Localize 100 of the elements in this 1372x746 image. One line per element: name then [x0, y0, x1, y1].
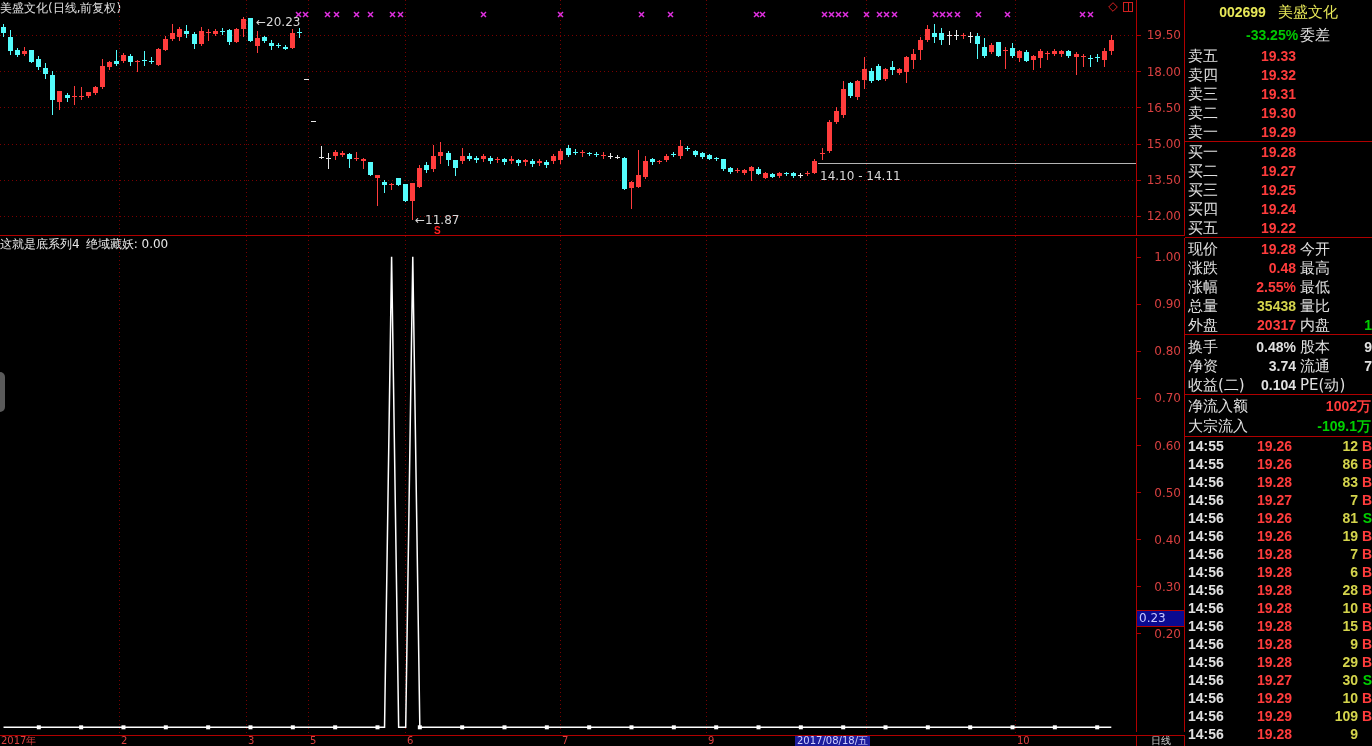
ask-price: 19.32	[1259, 65, 1296, 84]
flow-value: 1002万	[1325, 397, 1371, 415]
trade-price: 19.28	[1255, 545, 1292, 563]
high-price-label: ←20.23	[256, 15, 301, 29]
ask-level-label: 卖一	[1188, 122, 1219, 141]
trade-time: 14:56	[1188, 725, 1225, 743]
square-icon[interactable]	[1123, 2, 1133, 12]
trade-time: 14:56	[1188, 527, 1225, 545]
time-axis-label: 3	[248, 736, 255, 746]
trade-time: 14:56	[1188, 707, 1225, 725]
trade-direction-label: B	[1360, 707, 1372, 725]
candlestick	[1003, 46, 1008, 70]
trade-direction-label: B	[1360, 455, 1372, 473]
trade-direction-label: B	[1360, 689, 1372, 707]
candlestick	[319, 145, 324, 160]
value-axis-label: 0.70	[1154, 391, 1181, 406]
candlestick	[135, 59, 140, 73]
candlestick	[968, 31, 973, 44]
trade-price: 19.28	[1255, 617, 1292, 635]
trade-volume: 7	[1349, 491, 1358, 509]
trade-price: 19.27	[1255, 671, 1292, 689]
ask-price: 19.29	[1259, 122, 1296, 141]
trade-time: 14:56	[1188, 473, 1225, 491]
candlestick	[954, 29, 959, 41]
trade-volume: 15	[1341, 617, 1358, 635]
trade-time: 14:56	[1188, 617, 1225, 635]
trade-volume: 9	[1349, 635, 1358, 653]
candlestick	[1081, 53, 1086, 68]
trade-direction-label: B	[1360, 635, 1372, 653]
trade-price: 19.27	[1255, 491, 1292, 509]
trade-price: 19.26	[1255, 509, 1292, 527]
time-axis-label: 7	[562, 736, 569, 746]
trade-price: 19.26	[1255, 527, 1292, 545]
value-axis-label: 0.40	[1154, 532, 1181, 547]
value-axis-label: 12.00	[1146, 209, 1181, 224]
side-handle[interactable]	[0, 372, 5, 412]
signal-cross-icon	[324, 11, 331, 18]
quote-label: 最低	[1300, 277, 1331, 296]
candlestick	[241, 16, 246, 38]
signal-cross-icon	[975, 11, 982, 18]
candlestick	[629, 180, 634, 210]
trade-time: 14:56	[1188, 545, 1225, 563]
signal-cross-icon	[1004, 11, 1011, 18]
cursor-date-label: 2017/08/18/五	[795, 736, 870, 746]
trade-volume: 9	[1349, 725, 1358, 743]
price-line-label: 14.10 - 14.11	[820, 169, 901, 183]
ask-level-label: 卖二	[1188, 103, 1219, 122]
quote-value: 3.74	[1267, 356, 1296, 375]
time-axis-label: 6	[407, 736, 414, 746]
trade-price: 19.28	[1255, 581, 1292, 599]
candlestick	[975, 32, 980, 60]
quote-label: 收益(二)	[1188, 375, 1246, 394]
candlestick	[862, 56, 867, 90]
trade-time: 14:56	[1188, 599, 1225, 617]
order-ratio-value: -33.25%	[1246, 25, 1296, 44]
candlestick	[410, 182, 415, 221]
ask-price: 19.31	[1259, 84, 1296, 103]
diamond-icon[interactable]	[1108, 2, 1118, 12]
bid-level-label: 买三	[1188, 180, 1219, 199]
value-axis-label: 19.50	[1146, 28, 1181, 43]
signal-label: S	[434, 225, 441, 235]
trade-volume: 83	[1341, 473, 1358, 491]
candlestick	[206, 28, 211, 42]
quote-label: 股本	[1300, 337, 1331, 356]
trade-volume: 19	[1341, 527, 1358, 545]
bid-price: 19.24	[1259, 199, 1296, 218]
trade-volume: 28	[1341, 581, 1358, 599]
trade-direction-label: B	[1360, 545, 1372, 563]
quote-value: 35438	[1256, 296, 1296, 315]
bid-price: 19.22	[1259, 218, 1296, 237]
trade-price: 19.28	[1255, 635, 1292, 653]
quote-label: 净资	[1188, 356, 1219, 375]
trade-time: 14:55	[1188, 455, 1225, 473]
ask-level-label: 卖四	[1188, 65, 1219, 84]
quote-label: 总量	[1188, 296, 1219, 315]
quote-label: 最高	[1300, 258, 1331, 277]
trade-direction-label: B	[1360, 563, 1372, 581]
candlestick	[820, 147, 825, 161]
quote-label: 外盘	[1188, 315, 1219, 334]
candlestick	[947, 30, 952, 46]
trade-volume: 7	[1349, 545, 1358, 563]
candlestick	[1038, 48, 1043, 69]
trade-direction-label: B	[1360, 491, 1372, 509]
trade-price: 19.28	[1255, 653, 1292, 671]
candlestick	[643, 155, 648, 180]
bid-level-label: 买二	[1188, 161, 1219, 180]
trade-volume: 10	[1341, 599, 1358, 617]
trade-volume: 12	[1341, 437, 1358, 455]
trade-direction-label: B	[1360, 473, 1372, 491]
time-axis-label: 5	[310, 736, 317, 746]
candlestick	[1088, 54, 1093, 68]
bid-price: 19.25	[1259, 180, 1296, 199]
period-label: 日线	[1150, 736, 1171, 746]
trade-time: 14:56	[1188, 671, 1225, 689]
candlestick	[417, 164, 422, 189]
candlestick	[636, 149, 641, 189]
trade-price: 19.28	[1255, 725, 1292, 743]
signal-cross-icon	[638, 11, 645, 18]
quote-value: 0.48%	[1255, 337, 1296, 356]
candlestick	[855, 79, 860, 101]
